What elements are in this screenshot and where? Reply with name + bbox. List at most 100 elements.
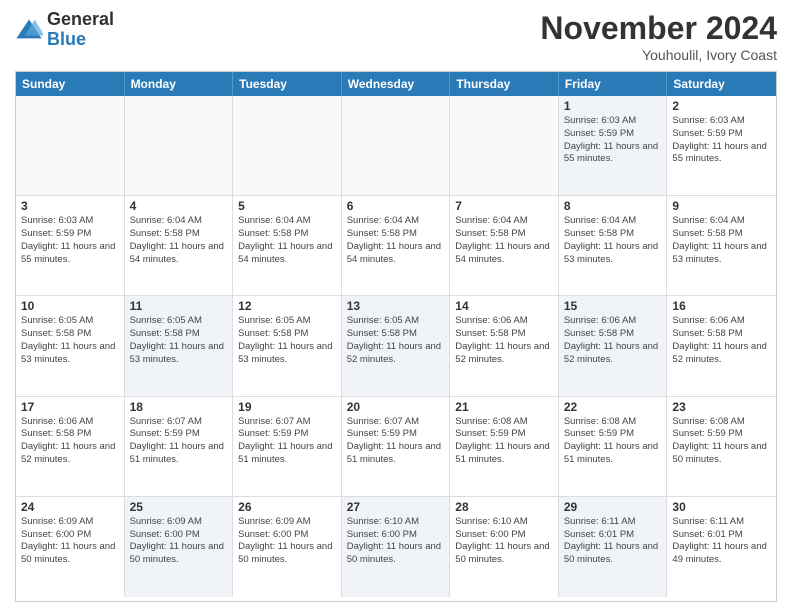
logo-icon [15,16,43,44]
header-day-thursday: Thursday [450,72,559,96]
day-5: 5 Sunrise: 6:04 AMSunset: 5:58 PMDaylight… [233,196,342,295]
calendar-body: 1 Sunrise: 6:03 AMSunset: 5:59 PMDaylight… [16,96,776,597]
header-day-tuesday: Tuesday [233,72,342,96]
day-number: 20 [347,400,445,414]
logo-text: General Blue [47,10,114,50]
calendar-row-4: 17Sunrise: 6:06 AMSunset: 5:58 PMDayligh… [16,397,776,497]
empty-cell [233,96,342,195]
calendar-row-3: 10 Sunrise: 6:05 AMSunset: 5:58 PMDayligh… [16,296,776,396]
day-8: 8Sunrise: 6:04 AMSunset: 5:58 PMDaylight… [559,196,668,295]
day-info: Sunrise: 6:09 AMSunset: 6:00 PMDaylight:… [130,516,228,567]
day-number: 28 [455,500,553,514]
day-6: 6Sunrise: 6:04 AMSunset: 5:58 PMDaylight… [342,196,451,295]
day-23: 23Sunrise: 6:08 AMSunset: 5:59 PMDayligh… [667,397,776,496]
day-number: 10 [21,299,119,313]
day-number: 8 [564,199,662,213]
day-info: Sunrise: 6:09 AMSunset: 6:00 PMDaylight:… [238,516,336,567]
day-info: Sunrise: 6:04 AMSunset: 5:58 PMDaylight:… [130,215,228,266]
day-11: 11 Sunrise: 6:05 AMSunset: 5:58 PMDayligh… [125,296,234,395]
day-number: 1 [564,99,662,113]
day-number: 6 [347,199,445,213]
day-27: 27 Sunrise: 6:10 AMSunset: 6:00 PMDayligh… [342,497,451,597]
day-number: 25 [130,500,228,514]
day-info: Sunrise: 6:09 AMSunset: 6:00 PMDaylight:… [21,516,119,567]
day-info: Sunrise: 6:05 AMSunset: 5:58 PMDaylight:… [347,315,445,366]
day-number: 7 [455,199,553,213]
day-10: 10Sunrise: 6:05 AMSunset: 5:58 PMDayligh… [16,296,125,395]
day-info: Sunrise: 6:06 AMSunset: 5:58 PMDaylight:… [564,315,662,366]
day-26: 26 Sunrise: 6:09 AMSunset: 6:00 PMDayligh… [233,497,342,597]
day-info: Sunrise: 6:05 AMSunset: 5:58 PMDaylight:… [130,315,228,366]
empty-cell [450,96,559,195]
calendar-header: SundayMondayTuesdayWednesdayThursdayFrid… [16,72,776,96]
day-17: 17Sunrise: 6:06 AMSunset: 5:58 PMDayligh… [16,397,125,496]
day-9: 9Sunrise: 6:04 AMSunset: 5:58 PMDaylight… [667,196,776,295]
logo-blue: Blue [47,30,114,50]
day-number: 22 [564,400,662,414]
day-number: 14 [455,299,553,313]
day-number: 9 [672,199,771,213]
day-19: 19Sunrise: 6:07 AMSunset: 5:59 PMDayligh… [233,397,342,496]
day-29: 29Sunrise: 6:11 AMSunset: 6:01 PMDayligh… [559,497,668,597]
header-day-friday: Friday [559,72,668,96]
empty-cell [16,96,125,195]
day-3: 3Sunrise: 6:03 AMSunset: 5:59 PMDaylight… [16,196,125,295]
day-number: 4 [130,199,228,213]
day-18: 18Sunrise: 6:07 AMSunset: 5:59 PMDayligh… [125,397,234,496]
day-number: 26 [238,500,336,514]
day-25: 25 Sunrise: 6:09 AMSunset: 6:00 PMDayligh… [125,497,234,597]
day-number: 11 [130,299,228,313]
day-number: 29 [564,500,662,514]
day-number: 24 [21,500,119,514]
day-number: 27 [347,500,445,514]
calendar-page: General Blue November 2024 Youhoulil, Iv… [0,0,792,612]
calendar-row-5: 24 Sunrise: 6:09 AMSunset: 6:00 PMDayligh… [16,497,776,597]
day-4: 4 Sunrise: 6:04 AMSunset: 5:58 PMDaylight… [125,196,234,295]
day-number: 17 [21,400,119,414]
logo-general: General [47,10,114,30]
day-number: 15 [564,299,662,313]
header-day-monday: Monday [125,72,234,96]
day-info: Sunrise: 6:08 AMSunset: 5:59 PMDaylight:… [672,416,771,467]
day-number: 5 [238,199,336,213]
day-info: Sunrise: 6:03 AMSunset: 5:59 PMDaylight:… [21,215,119,266]
day-info: Sunrise: 6:10 AMSunset: 6:00 PMDaylight:… [347,516,445,567]
day-21: 21 Sunrise: 6:08 AMSunset: 5:59 PMDayligh… [450,397,559,496]
day-28: 28 Sunrise: 6:10 AMSunset: 6:00 PMDayligh… [450,497,559,597]
day-info: Sunrise: 6:03 AMSunset: 5:59 PMDaylight:… [672,115,771,166]
month-title: November 2024 [540,10,777,47]
day-22: 22Sunrise: 6:08 AMSunset: 5:59 PMDayligh… [559,397,668,496]
empty-cell [342,96,451,195]
empty-cell [125,96,234,195]
day-info: Sunrise: 6:06 AMSunset: 5:58 PMDaylight:… [672,315,771,366]
header-day-sunday: Sunday [16,72,125,96]
day-info: Sunrise: 6:08 AMSunset: 5:59 PMDaylight:… [455,416,553,467]
day-number: 12 [238,299,336,313]
header-day-saturday: Saturday [667,72,776,96]
day-13: 13Sunrise: 6:05 AMSunset: 5:58 PMDayligh… [342,296,451,395]
day-info: Sunrise: 6:07 AMSunset: 5:59 PMDaylight:… [347,416,445,467]
day-info: Sunrise: 6:07 AMSunset: 5:59 PMDaylight:… [238,416,336,467]
day-14: 14 Sunrise: 6:06 AMSunset: 5:58 PMDayligh… [450,296,559,395]
logo: General Blue [15,10,114,50]
day-7: 7 Sunrise: 6:04 AMSunset: 5:58 PMDaylight… [450,196,559,295]
title-area: November 2024 Youhoulil, Ivory Coast [540,10,777,63]
location: Youhoulil, Ivory Coast [540,47,777,63]
day-15: 15 Sunrise: 6:06 AMSunset: 5:58 PMDayligh… [559,296,668,395]
day-info: Sunrise: 6:05 AMSunset: 5:58 PMDaylight:… [238,315,336,366]
day-1: 1Sunrise: 6:03 AMSunset: 5:59 PMDaylight… [559,96,668,195]
day-number: 30 [672,500,771,514]
calendar: SundayMondayTuesdayWednesdayThursdayFrid… [15,71,777,602]
day-info: Sunrise: 6:10 AMSunset: 6:00 PMDaylight:… [455,516,553,567]
day-info: Sunrise: 6:04 AMSunset: 5:58 PMDaylight:… [238,215,336,266]
page-header: General Blue November 2024 Youhoulil, Iv… [15,10,777,63]
day-info: Sunrise: 6:06 AMSunset: 5:58 PMDaylight:… [455,315,553,366]
day-30: 30Sunrise: 6:11 AMSunset: 6:01 PMDayligh… [667,497,776,597]
day-number: 2 [672,99,771,113]
day-info: Sunrise: 6:04 AMSunset: 5:58 PMDaylight:… [455,215,553,266]
day-number: 21 [455,400,553,414]
day-12: 12 Sunrise: 6:05 AMSunset: 5:58 PMDayligh… [233,296,342,395]
header-day-wednesday: Wednesday [342,72,451,96]
day-24: 24 Sunrise: 6:09 AMSunset: 6:00 PMDayligh… [16,497,125,597]
day-20: 20 Sunrise: 6:07 AMSunset: 5:59 PMDayligh… [342,397,451,496]
